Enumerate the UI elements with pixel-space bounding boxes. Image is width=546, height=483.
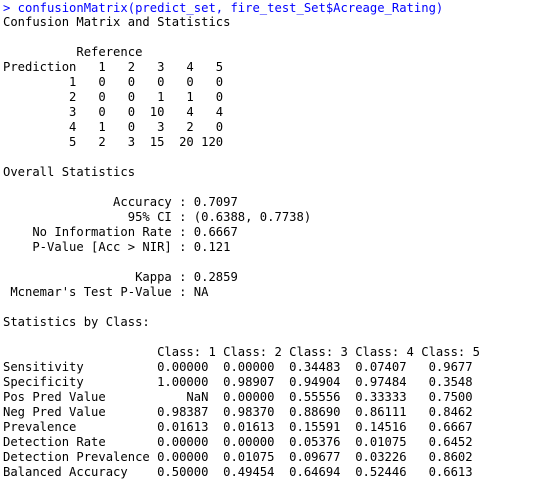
class-statistics-heading: Statistics by Class: xyxy=(3,315,150,329)
balanced-accuracy-row: Balanced Accuracy 0.50000 0.49454 0.6469… xyxy=(3,465,473,479)
mcnemar-line: Mcnemar's Test P-Value : NA xyxy=(3,285,209,299)
matrix-row-3: 3 0 0 10 4 4 xyxy=(3,105,224,119)
prevalence-row: Prevalence 0.01613 0.01613 0.15591 0.145… xyxy=(3,420,473,434)
class-column-header: Class: 1 Class: 2 Class: 3 Class: 4 Clas… xyxy=(3,345,480,359)
r-console[interactable]: > confusionMatrix(predict_set, fire_test… xyxy=(0,0,546,483)
detection-prevalence-row: Detection Prevalence 0.00000 0.01075 0.0… xyxy=(3,450,473,464)
pos-pred-value-row: Pos Pred Value NaN 0.00000 0.55556 0.333… xyxy=(3,390,473,404)
specificity-row: Specificity 1.00000 0.98907 0.94904 0.97… xyxy=(3,375,473,389)
neg-pred-value-row: Neg Pred Value 0.98387 0.98370 0.88690 0… xyxy=(3,405,473,419)
command-line: > confusionMatrix(predict_set, fire_test… xyxy=(3,1,444,15)
accuracy-line: Accuracy : 0.7097 xyxy=(3,195,238,209)
overall-statistics-heading: Overall Statistics xyxy=(3,165,136,179)
output-header: Confusion Matrix and Statistics xyxy=(3,15,231,29)
nir-line: No Information Rate : 0.6667 xyxy=(3,225,238,239)
matrix-row-5: 5 2 3 15 20 120 xyxy=(3,135,224,149)
sensitivity-row: Sensitivity 0.00000 0.00000 0.34483 0.07… xyxy=(3,360,473,374)
matrix-row-1: 1 0 0 0 0 0 xyxy=(3,75,224,89)
kappa-line: Kappa : 0.2859 xyxy=(3,270,238,284)
detection-rate-row: Detection Rate 0.00000 0.00000 0.05376 0… xyxy=(3,435,473,449)
pvalue-line: P-Value [Acc > NIR] : 0.121 xyxy=(3,240,231,254)
matrix-column-header: Prediction 1 2 3 4 5 xyxy=(3,60,224,74)
matrix-reference-label: Reference xyxy=(3,45,143,59)
ci-line: 95% CI : (0.6388, 0.7738) xyxy=(3,210,312,224)
matrix-row-4: 4 1 0 3 2 0 xyxy=(3,120,224,134)
matrix-row-2: 2 0 0 1 1 0 xyxy=(3,90,224,104)
